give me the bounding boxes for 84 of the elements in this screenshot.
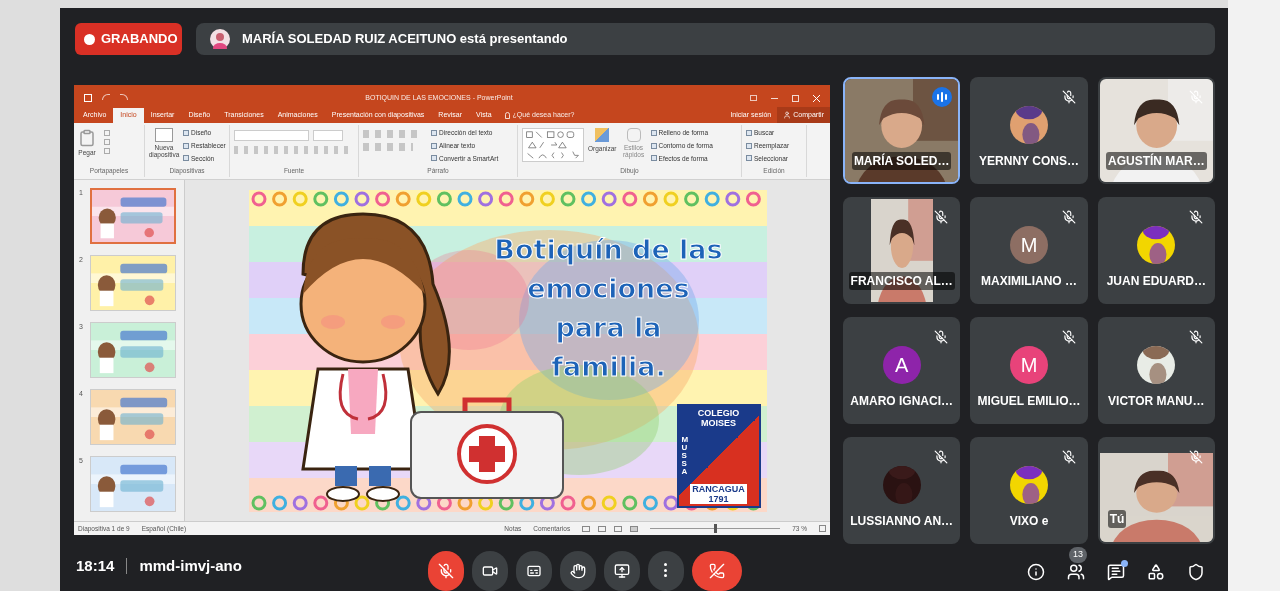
avatar-initial: M	[1010, 225, 1048, 264]
sorter-view-icon[interactable]	[598, 525, 607, 532]
recording-label: GRABANDO	[101, 30, 178, 49]
zoom-slider-thumb[interactable]	[713, 524, 717, 533]
logo-text: MUSSA	[680, 435, 687, 476]
reading-view-icon[interactable]	[614, 525, 623, 532]
normal-view-icon[interactable]	[582, 525, 591, 532]
slide-thumbnail[interactable]	[90, 389, 176, 445]
participant-tile[interactable]: JUAN EDUARD…	[1097, 197, 1215, 304]
raise-hand-button[interactable]	[559, 551, 596, 591]
slide-thumbnail[interactable]	[90, 188, 176, 244]
participant-name: Tú	[1107, 510, 1127, 528]
slide-thumbnail[interactable]	[90, 456, 176, 512]
slide-title-line: Botiquín de las	[494, 232, 723, 267]
presenter-text: MARÍA SOLEDAD RUIZ ACEITUNO está presentando	[242, 30, 568, 49]
slide-title-line: emociones	[527, 271, 690, 306]
maximize-icon[interactable]	[792, 94, 799, 102]
avatar-initial: M	[1010, 345, 1048, 384]
avatar-initial: A	[882, 345, 921, 384]
arrange-icon	[595, 128, 610, 142]
captions-icon	[525, 563, 542, 579]
participant-name: VICTOR MANU…	[1107, 393, 1206, 410]
leave-call-button[interactable]	[691, 551, 742, 591]
microphone-button[interactable]	[427, 551, 464, 591]
participant-tile[interactable]: MARÍA SOLED…	[843, 77, 961, 184]
participant-name: MARÍA SOLED…	[851, 152, 952, 170]
people-icon[interactable]	[1067, 563, 1085, 581]
logo-text: 1791	[708, 493, 729, 504]
slide-icon	[155, 128, 173, 142]
participant-tile[interactable]: M MAXIMILIANO …	[970, 197, 1088, 304]
slide-thumbnail[interactable]	[90, 322, 176, 378]
participant-tile[interactable]: Tú	[1097, 437, 1215, 544]
shapes-gallery[interactable]	[522, 128, 584, 162]
participant-name: YERNNY CONS…	[978, 153, 1080, 170]
close-icon[interactable]	[813, 94, 820, 102]
activities-icon[interactable]	[1147, 563, 1165, 581]
slideshow-view-icon[interactable]	[630, 525, 639, 532]
minimize-icon[interactable]	[771, 97, 778, 99]
participant-tile[interactable]: VICTOR MANU…	[1097, 317, 1215, 424]
slide-title-line: familia.	[551, 349, 666, 384]
participant-tile[interactable]: LUSSIANNO AN…	[843, 437, 961, 544]
chat-icon[interactable]	[1107, 563, 1125, 581]
participant-tile[interactable]: YERNNY CONS…	[970, 77, 1088, 184]
participant-tile[interactable]: FRANCISCO AL…	[843, 197, 961, 304]
participant-name: FRANCISCO AL…	[848, 272, 955, 290]
fit-slide-icon[interactable]	[819, 525, 826, 532]
people-count-badge: 13	[1069, 547, 1087, 563]
slide-title-line: para la	[555, 310, 662, 345]
clipboard-icon	[78, 128, 96, 148]
participant-name: MAXIMILIANO …	[980, 273, 1078, 290]
font-size-field[interactable]	[313, 130, 343, 141]
hand-icon	[569, 563, 586, 579]
phone-icon	[708, 563, 725, 579]
participant-name: MIGUEL EMILIO…	[976, 393, 1082, 410]
font-name-field[interactable]	[234, 130, 309, 141]
info-icon[interactable]	[1027, 563, 1045, 581]
more-icon	[664, 563, 668, 577]
camera-icon	[481, 563, 498, 579]
mic-off-icon	[437, 563, 454, 579]
participant-tile[interactable]: AGUSTÍN MAR…	[1097, 77, 1215, 184]
participant-name: VIXO e	[1008, 513, 1050, 530]
quick-styles-icon	[626, 128, 641, 142]
meeting-time: 18:14	[76, 556, 115, 576]
participant-tile[interactable]: A AMARO IGNACI…	[843, 317, 961, 424]
participant-tile[interactable]: VIXO e	[970, 437, 1088, 544]
slide-thumbnail[interactable]	[90, 255, 176, 311]
host-controls-icon[interactable]	[1187, 563, 1205, 581]
present-icon	[613, 563, 630, 579]
participant-name: JUAN EDUARD…	[1105, 273, 1207, 290]
lightbulb-icon	[504, 112, 510, 119]
ribbon-options-icon[interactable]	[750, 94, 757, 101]
participant-name: AGUSTÍN MAR…	[1106, 152, 1207, 170]
person-icon	[783, 111, 792, 119]
participant-name: AMARO IGNACI…	[849, 393, 954, 410]
logo-text: RANCAGUA	[692, 483, 745, 494]
participant-name: LUSSIANNO AN…	[849, 513, 955, 530]
meeting-code: mmd-imvj-ano	[139, 556, 242, 576]
logo-text: COLEGIO	[697, 407, 740, 418]
camera-button[interactable]	[471, 551, 508, 591]
present-button[interactable]	[603, 551, 640, 591]
captions-button[interactable]	[515, 551, 552, 591]
logo-text: MOISES	[701, 417, 736, 428]
save-icon[interactable]	[84, 94, 92, 102]
participant-tile[interactable]: M MIGUEL EMILIO…	[970, 317, 1088, 424]
